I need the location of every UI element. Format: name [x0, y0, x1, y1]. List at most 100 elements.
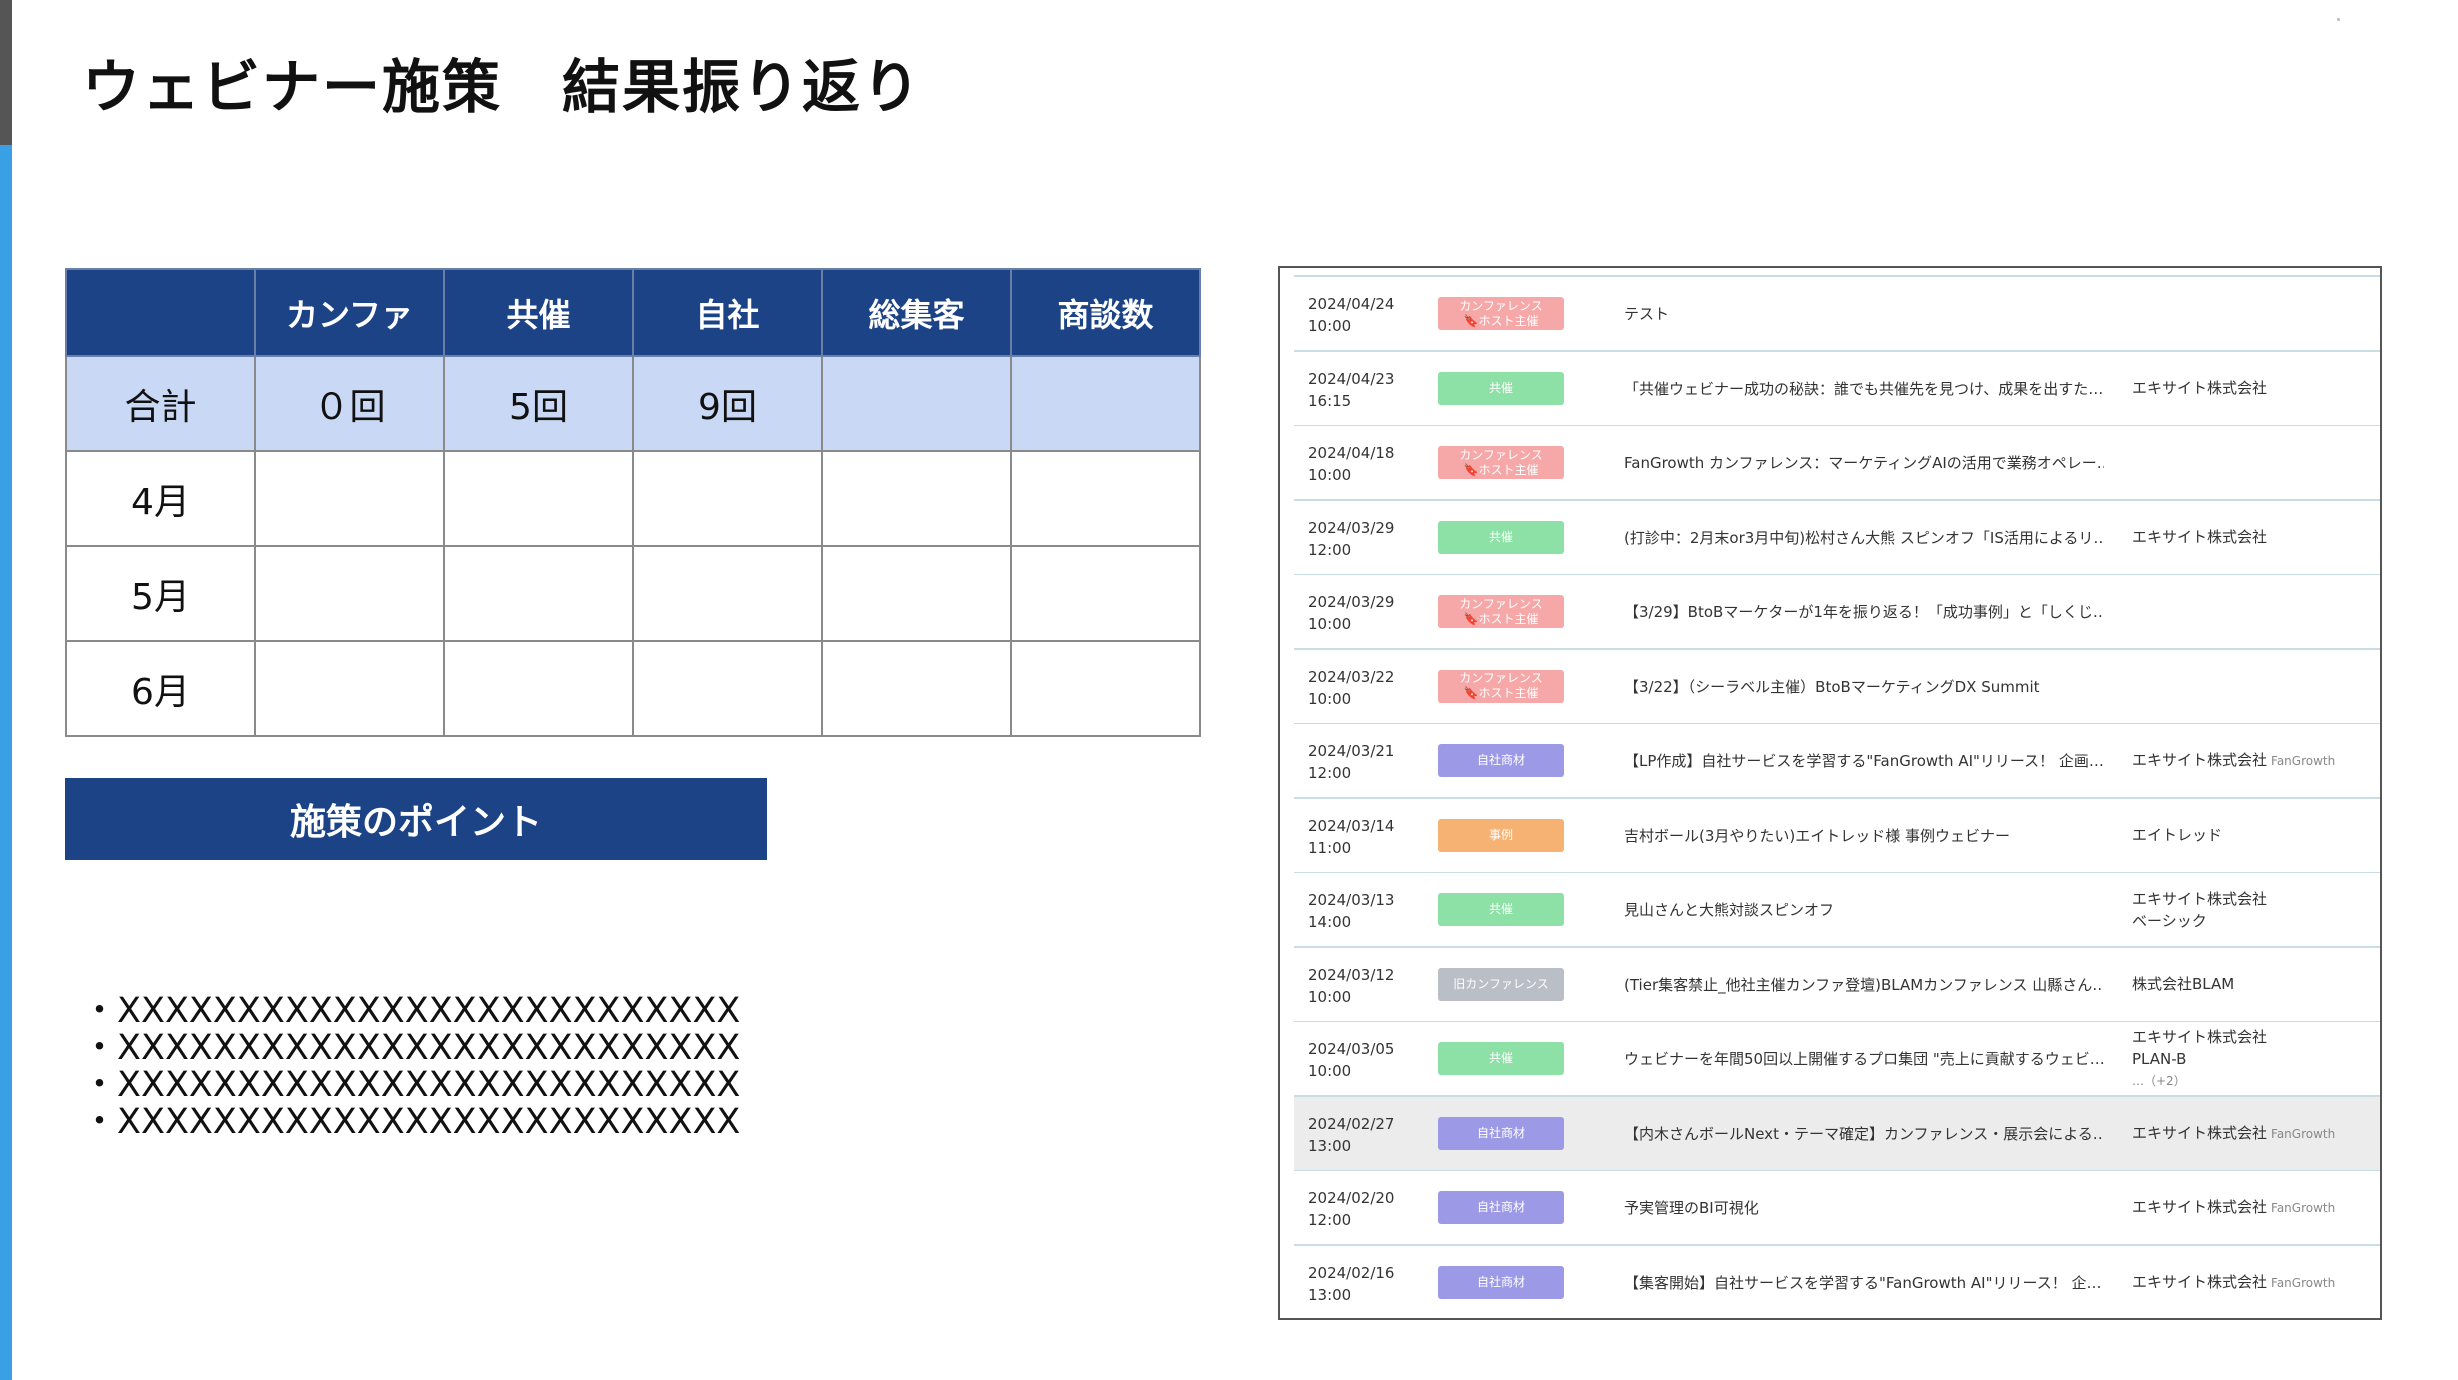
- badge-label: 共催: [1488, 529, 1513, 544]
- list-top-border: [1294, 268, 2380, 277]
- event-time: 13:00: [1308, 1136, 1352, 1155]
- table-header-cell: 総集客: [821, 268, 1012, 357]
- badge-label: 🔖ホスト主催: [1463, 313, 1539, 328]
- badge-label: 自社商材: [1476, 1274, 1525, 1289]
- event-row[interactable]: 2024/03/29 12:00 共催 (打診中：2月末or3月中旬)松村さん大熊 ス…: [1294, 500, 2380, 576]
- event-time: 10:00: [1308, 1062, 1352, 1080]
- table-cell: [821, 640, 1012, 737]
- event-category-badge: 自社商材: [1438, 1265, 1564, 1299]
- event-row[interactable]: 2024/03/05 10:00 共催 ウェビナーを年間50回以上開催するプロ集団 "…: [1294, 1022, 2380, 1097]
- event-date: 2024/04/18: [1308, 444, 1395, 462]
- event-row[interactable]: 2024/02/16 13:00 自社商材 【集客開始】自社サービスを学習する"Fan…: [1294, 1245, 2380, 1319]
- event-time: 12:00: [1308, 764, 1352, 782]
- event-date: 2024/03/29: [1308, 518, 1395, 537]
- corner-dot: [2337, 18, 2340, 21]
- table-row: 6月: [65, 640, 1201, 737]
- event-category-badge: 自社商材: [1438, 1191, 1564, 1224]
- table-cell: [632, 450, 823, 547]
- event-title[interactable]: (打診中：2月末or3月中旬)松村さん大熊 スピンオフ「IS活用によるリ…: [1624, 501, 2104, 574]
- badge-label: 自社商材: [1476, 1200, 1525, 1214]
- event-title[interactable]: (Tier集客禁止_他社主催カンファ登壇)BLAMカンファレンス 山縣さん…: [1624, 948, 2104, 1021]
- table-header-cell: カンファ: [254, 268, 445, 357]
- event-time: 10:00: [1308, 615, 1352, 633]
- event-companies: エキサイト株式会社 FanGrowth: [2132, 724, 2335, 797]
- event-category-badge: 事例: [1438, 818, 1564, 852]
- event-title[interactable]: 【LP作成】自社サービスを学習する"FanGrowth AI"リリース！ 企画…: [1624, 724, 2104, 797]
- event-companies: エキサイト株式会社 PLAN-B …（+2）: [2132, 1022, 2267, 1095]
- event-category-badge: カンファレンス 🔖ホスト主催: [1438, 595, 1564, 628]
- table-cell: 6月: [65, 640, 256, 737]
- table-cell: 5月: [65, 545, 256, 642]
- event-category-badge: カンファレンス 🔖ホスト主催: [1438, 446, 1564, 479]
- event-datetime: 2024/04/24 10:00: [1308, 293, 1394, 337]
- event-date: 2024/03/05: [1308, 1040, 1395, 1058]
- event-title[interactable]: FanGrowth カンファレンス：マーケティングAIの活用で業務オペレー…: [1624, 426, 2104, 499]
- badge-label: 旧カンファレンス: [1453, 976, 1549, 991]
- table-header-cell: 共催: [443, 268, 634, 357]
- event-row[interactable]: 2024/03/14 11:00 事例 吉村ボール(3月やりたい)エイトレッド様 事例…: [1294, 798, 2380, 874]
- event-companies: エイトレッド: [2132, 799, 2222, 872]
- event-row[interactable]: 2024/04/24 10:00 カンファレンス 🔖ホスト主催 テスト: [1294, 277, 2380, 352]
- event-list-screenshot: 2024/04/24 10:00 カンファレンス 🔖ホスト主催 テスト 2024/04/2…: [1278, 266, 2382, 1320]
- badge-label: 🔖ホスト主催: [1463, 462, 1539, 477]
- event-time: 14:00: [1308, 913, 1352, 931]
- company-name: エキサイト株式会社: [2132, 379, 2268, 397]
- event-title[interactable]: 【3/22】（シーラベル主催）BtoBマーケティングDX Summit: [1624, 650, 2104, 723]
- event-title[interactable]: テスト: [1624, 277, 2104, 350]
- event-title[interactable]: 「共催ウェビナー成功の秘訣：誰でも共催先を見つけ、成果を出すた…: [1624, 352, 2104, 425]
- event-title[interactable]: 吉村ボール(3月やりたい)エイトレッド様 事例ウェビナー: [1624, 799, 2104, 872]
- company-name: エキサイト株式会社: [2132, 889, 2268, 908]
- event-row[interactable]: 2024/04/18 10:00 カンファレンス 🔖ホスト主催 FanGrowth カン…: [1294, 426, 2380, 501]
- page-title: ウェビナー施策 結果振り返り: [82, 53, 923, 121]
- table-cell: 5回: [443, 355, 634, 452]
- table-cell: ０回: [254, 355, 445, 452]
- summary-table: カンファ 共催 自社 総集客 商談数 合計 ０回 5回 9回 4月 5月 6月: [65, 268, 1201, 737]
- event-title[interactable]: 予実管理のBI可視化: [1624, 1171, 2104, 1244]
- event-companies: エキサイト株式会社 FanGrowth: [2132, 1246, 2335, 1319]
- left-accent-bar: [0, 0, 12, 1380]
- event-time: 13:00: [1308, 1285, 1352, 1304]
- event-title[interactable]: ウェビナーを年間50回以上開催するプロ集団 "売上に貢献するウェビ…: [1624, 1022, 2104, 1095]
- event-category-badge: 旧カンファレンス: [1438, 967, 1564, 1001]
- event-datetime: 2024/04/18 10:00: [1308, 442, 1394, 486]
- badge-label: 🔖ホスト主催: [1463, 686, 1539, 700]
- event-row[interactable]: 2024/03/29 10:00 カンファレンス 🔖ホスト主催 【3/29】BtoBマー…: [1294, 575, 2380, 650]
- event-title[interactable]: 【3/29】BtoBマーケターが1年を振り返る！「成功事例」と「しくじ…: [1624, 575, 2104, 648]
- company-name: 株式会社BLAM: [2132, 975, 2235, 993]
- event-companies: エキサイト株式会社 ベーシック: [2132, 873, 2267, 946]
- badge-label: カンファレンス: [1459, 596, 1543, 611]
- point-item: ・XXXXXXXXXXXXXXXXXXXXXXXXXX: [82, 1028, 741, 1068]
- table-cell: 4月: [65, 450, 256, 547]
- badge-label: 🔖ホスト主催: [1463, 611, 1539, 626]
- event-companies: エキサイト株式会社: [2132, 501, 2267, 574]
- event-date: 2024/03/12: [1308, 965, 1395, 984]
- event-row[interactable]: 2024/03/13 14:00 共催 見山さんと大熊対談スピンオフ エキサイト株式会社…: [1294, 873, 2380, 948]
- event-datetime: 2024/03/29 12:00: [1308, 517, 1394, 561]
- event-row[interactable]: 2024/03/22 10:00 カンファレンス 🔖ホスト主催 【3/22】（シーラベル…: [1294, 649, 2380, 725]
- event-row[interactable]: 2024/04/23 16:15 共催 「共催ウェビナー成功の秘訣：誰でも共催先を見つ…: [1294, 351, 2380, 427]
- point-item: ・XXXXXXXXXXXXXXXXXXXXXXXXXX: [82, 1065, 741, 1105]
- point-header: 施策のポイント: [65, 778, 767, 860]
- badge-label: カンファレンス: [1459, 298, 1543, 313]
- event-row[interactable]: 2024/02/20 12:00 自社商材 予実管理のBI可視化 エキサイト株式会社 Fa…: [1294, 1171, 2380, 1246]
- badge-label: 事例: [1488, 827, 1513, 842]
- table-cell: [1010, 640, 1201, 737]
- event-companies: 株式会社BLAM: [2132, 948, 2234, 1021]
- badge-label: カンファレンス: [1459, 671, 1543, 685]
- event-time: 11:00: [1308, 838, 1352, 857]
- event-category-badge: カンファレンス 🔖ホスト主催: [1438, 297, 1564, 330]
- event-title[interactable]: 【集客開始】自社サービスを学習する"FanGrowth AI"リリース！ 企…: [1624, 1246, 2104, 1319]
- event-time: 10:00: [1308, 317, 1352, 335]
- event-row[interactable]: 2024/03/21 12:00 自社商材 【LP作成】自社サービスを学習する"Fan…: [1294, 724, 2380, 799]
- event-row[interactable]: 2024/03/12 10:00 旧カンファレンス (Tier集客禁止_他社主催カンフ…: [1294, 947, 2380, 1023]
- event-category-badge: 共催: [1438, 520, 1564, 554]
- event-title[interactable]: 【内木さんボールNext・テーマ確定】カンファレンス・展示会による…: [1624, 1097, 2104, 1170]
- table-cell: [1010, 450, 1201, 547]
- badge-label: 共催: [1488, 380, 1513, 395]
- points-list: ・XXXXXXXXXXXXXXXXXXXXXXXXXX ・XXXXXXXXXXX…: [82, 993, 740, 1141]
- event-row[interactable]: 2024/02/27 13:00 自社商材 【内木さんボールNext・テーマ確定】カン…: [1294, 1096, 2380, 1172]
- event-datetime: 2024/03/29 10:00: [1308, 591, 1394, 635]
- more-companies[interactable]: …（+2）: [2132, 1070, 2267, 1092]
- event-title[interactable]: 見山さんと大熊対談スピンオフ: [1624, 873, 2104, 946]
- event-date: 2024/02/27: [1308, 1114, 1395, 1133]
